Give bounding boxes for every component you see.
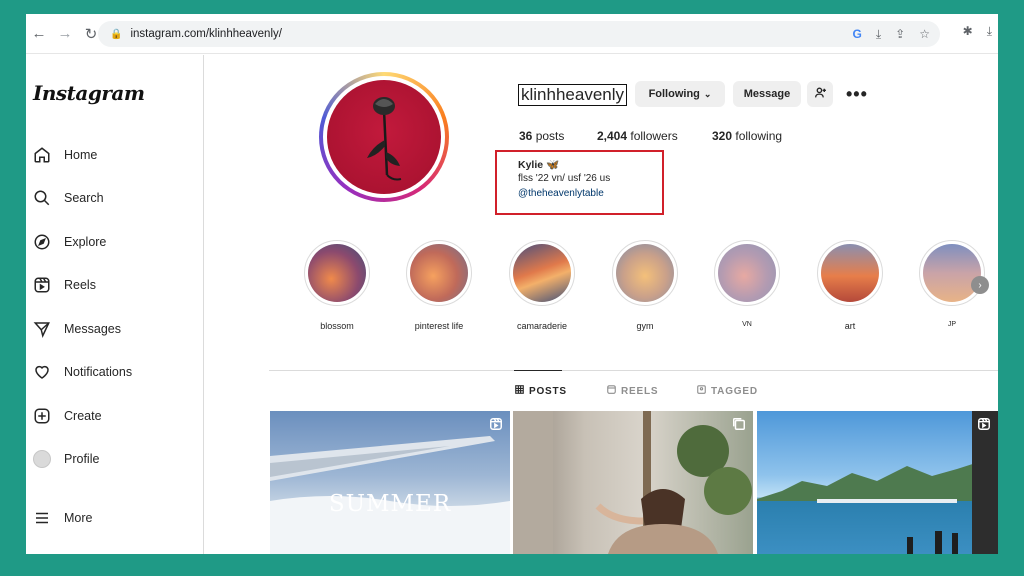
sidebar-item-notifications[interactable]: Notifications (32, 359, 132, 385)
extensions-icon[interactable]: ✱ (963, 24, 973, 39)
lock-icon: 🔒 (110, 28, 123, 40)
add-person-button[interactable] (807, 81, 833, 107)
highlight-label: camaraderie (516, 321, 568, 331)
posts-count: 36 posts (519, 129, 565, 143)
grid-icon (515, 385, 524, 397)
tab-tagged[interactable]: TAGGED (697, 385, 758, 397)
highlight-cover (308, 244, 366, 302)
sidebar-item-label: More (64, 511, 93, 525)
highlight-label: VN (742, 321, 752, 328)
tab-reels[interactable]: REELS (607, 385, 658, 397)
browser-toolbar: ← → ↻ 🔒 instagram.com/klinhheavenly/ G ⤓… (26, 14, 998, 54)
tag-person-icon (697, 385, 706, 397)
instagram-logo[interactable]: Instagram (33, 81, 145, 105)
reels-icon (32, 275, 52, 295)
highlight-cover (718, 244, 776, 302)
sidebar: Instagram Home Search Explore Reels Mess… (26, 55, 204, 554)
highlight-item[interactable]: blossom (304, 240, 370, 331)
reel-badge-icon (489, 417, 503, 431)
profile-avatar[interactable] (319, 72, 449, 202)
message-button[interactable]: Message (733, 81, 801, 107)
sidebar-item-reels[interactable]: Reels (32, 272, 96, 298)
sidebar-item-search[interactable]: Search (32, 185, 104, 211)
share-icon[interactable]: ⇪ (895, 27, 905, 41)
chevron-down-icon: ⌄ (703, 88, 712, 99)
sidebar-item-more[interactable]: More (32, 505, 92, 531)
address-bar[interactable]: 🔒 instagram.com/klinhheavenly/ G ⤓ ⇪ ☆ (98, 21, 940, 47)
bio-link[interactable]: @theheavenlytable (518, 188, 604, 199)
highlight-item[interactable]: art (817, 240, 883, 331)
compass-icon (32, 232, 52, 252)
plus-square-icon (32, 406, 52, 426)
highlight-label: gym (636, 321, 654, 331)
post-tile[interactable]: SUMMER (270, 411, 510, 554)
following-button-label: Following (648, 88, 700, 100)
download-icon[interactable]: ⤓ (987, 24, 992, 39)
bio-name: Kylie 🦋 (518, 159, 560, 171)
airplane-wing-image (270, 436, 510, 554)
tabs-divider (269, 370, 998, 371)
sidebar-item-explore[interactable]: Explore (32, 229, 106, 255)
followers-count[interactable]: 2,404 followers (597, 129, 678, 143)
menu-icon (32, 508, 52, 528)
post-tile[interactable] (513, 411, 753, 554)
bio-text: flss '22 vn/ usf '26 us (518, 173, 611, 184)
sidebar-item-label: Notifications (64, 365, 133, 379)
highlight-cover (821, 244, 879, 302)
sidebar-item-label: Search (64, 191, 104, 205)
tab-posts[interactable]: POSTS (515, 385, 567, 397)
sidebar-item-label: Home (64, 148, 98, 162)
highlight-label: JP (947, 321, 957, 328)
bookmark-star-icon[interactable]: ☆ (919, 27, 930, 41)
highlight-cover (923, 244, 981, 302)
following-button[interactable]: Following ⌄ (635, 81, 725, 107)
bay-landscape-image (757, 411, 998, 554)
active-tab-indicator (514, 370, 562, 371)
highlight-cover (410, 244, 468, 302)
multi-post-icon (732, 417, 746, 431)
sidebar-item-label: Messages (64, 322, 121, 336)
install-icon[interactable]: ⤓ (876, 27, 881, 42)
heart-icon (32, 362, 52, 382)
search-icon (32, 188, 52, 208)
sidebar-item-label: Profile (64, 452, 100, 466)
highlight-cover (513, 244, 571, 302)
url-text: instagram.com/klinhheavenly/ (130, 28, 282, 40)
sidebar-item-profile[interactable]: Profile (32, 446, 99, 472)
highlight-item[interactable]: pinterest life (406, 240, 472, 331)
highlight-label: art (844, 321, 856, 331)
reel-badge-icon (977, 417, 991, 431)
sidebar-item-label: Reels (64, 278, 96, 292)
highlight-item[interactable]: camaraderie (509, 240, 575, 331)
reels-icon (607, 385, 616, 397)
chevron-right-icon[interactable]: › (971, 276, 989, 294)
more-options-icon[interactable]: ••• (846, 84, 868, 105)
highlight-cover (616, 244, 674, 302)
send-icon (32, 319, 52, 339)
sidebar-item-create[interactable]: Create (32, 403, 102, 429)
back-icon[interactable]: ← (28, 23, 50, 45)
post-overlay-text: SUMMER (328, 491, 452, 517)
avatar-icon (32, 449, 52, 469)
google-icon[interactable]: G (853, 27, 862, 41)
sidebar-item-home[interactable]: Home (32, 142, 97, 168)
sidebar-item-label: Explore (64, 235, 107, 249)
following-count[interactable]: 320 following (712, 129, 782, 143)
rose-image (327, 80, 441, 194)
highlight-label: pinterest life (414, 321, 464, 331)
forward-icon[interactable]: → (54, 23, 76, 45)
browser-window: ← → ↻ 🔒 instagram.com/klinhheavenly/ G ⤓… (26, 14, 998, 554)
profile-username: klinhheavenly (518, 84, 628, 106)
highlight-item[interactable]: VN (714, 240, 780, 328)
girl-with-plants-image (513, 411, 752, 554)
sidebar-item-label: Create (64, 409, 102, 423)
add-person-icon (814, 86, 827, 102)
sidebar-item-messages[interactable]: Messages (32, 316, 121, 342)
post-tile[interactable] (757, 411, 998, 554)
home-icon (32, 145, 52, 165)
highlight-item[interactable]: gym (612, 240, 678, 331)
highlight-label: blossom (320, 321, 354, 331)
